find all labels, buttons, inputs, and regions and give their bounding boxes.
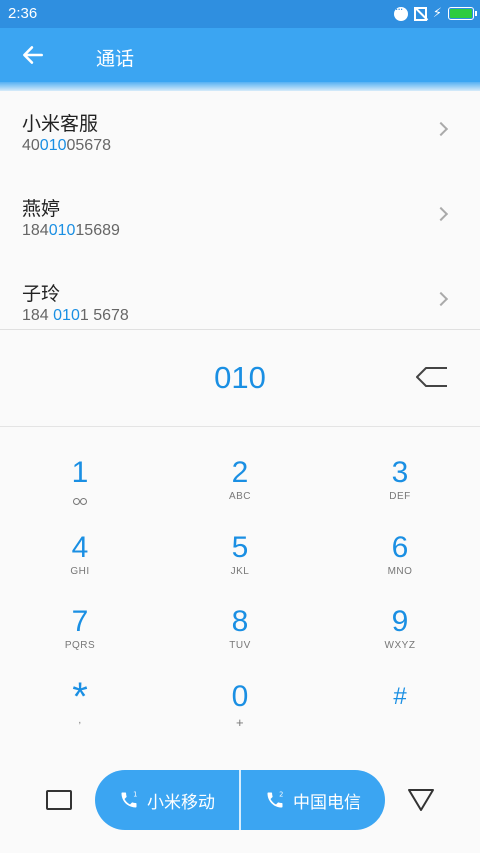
call-sim1-button[interactable]: 1 小米移动 [95, 770, 239, 830]
chevron-right-icon [433, 121, 449, 137]
key-4[interactable]: 4 GHI [0, 502, 160, 578]
no-sim-icon [413, 6, 427, 21]
contact-item[interactable]: 燕婷 18401015689 [0, 176, 480, 261]
dialed-number: 010 [214, 360, 266, 395]
key-6[interactable]: 6 MNO [320, 502, 480, 578]
menu-square-icon[interactable] [46, 790, 72, 810]
sim2-label: 中国电信 [293, 792, 361, 813]
phone-icon: 2 [267, 791, 283, 808]
key-9[interactable]: 9 WXYZ [320, 576, 480, 652]
key-7[interactable]: 7 PQRS [0, 576, 160, 652]
key-5[interactable]: 5 JKL [160, 502, 320, 578]
number-prefix: 184 [22, 307, 54, 324]
key-digit: 0 [231, 680, 249, 713]
key-1[interactable]: 1 [0, 427, 160, 505]
status-icons: ⚡ [393, 3, 477, 21]
number-match: 010 [53, 307, 80, 324]
call-button-group: 1 小米移动 2 中国电信 [95, 770, 385, 830]
page-title: 通话 [96, 48, 135, 70]
keypad: 1 2 ABC 3 DEF 4 GHI 5 JKL 6 MNO 7 PQRS 8… [0, 427, 480, 747]
number-prefix: 40 [22, 137, 40, 154]
key-letters: WXYZ [384, 640, 416, 651]
key-digit: 6 [391, 531, 409, 564]
key-digit: 2 [231, 456, 249, 489]
phone-icon: 1 [121, 791, 137, 808]
sim1-label: 小米移动 [147, 792, 215, 813]
sim-index: 1 [133, 791, 137, 799]
app-bar: 通话 [0, 28, 480, 82]
call-sim2-button[interactable]: 2 中国电信 [241, 770, 385, 830]
contact-number: 4001005678 [22, 137, 111, 155]
contact-number: 184 0101 5678 [22, 307, 129, 325]
key-letters: TUV [229, 640, 251, 651]
number-suffix: 05678 [66, 137, 112, 154]
key-star[interactable]: * , [0, 651, 160, 726]
contact-item[interactable]: 子玲 184 0101 5678 [0, 261, 480, 329]
status-bar: 2:36 ⚡ [0, 0, 480, 28]
arrow-left-icon[interactable] [20, 42, 46, 68]
chevron-right-icon [433, 206, 449, 222]
sim-index: 2 [279, 791, 283, 799]
key-digit: 4 [71, 531, 89, 564]
charging-bolt-icon: ⚡ [432, 6, 442, 21]
number-match: 010 [48, 222, 76, 239]
contact-name: 燕婷 [22, 198, 61, 220]
battery-icon [448, 7, 477, 20]
number-suffix: 15689 [75, 222, 120, 239]
key-digit: 9 [391, 605, 409, 638]
backspace-icon[interactable] [416, 366, 448, 388]
status-time: 2:36 [8, 5, 38, 22]
key-letters: DEF [389, 491, 411, 502]
key-0[interactable]: 0 + [160, 651, 320, 731]
app-bar-shadow [0, 82, 480, 91]
key-hash[interactable]: # [320, 651, 480, 726]
key-2[interactable]: 2 ABC [160, 427, 320, 503]
key-digit: 3 [391, 456, 409, 489]
number-suffix: 1 5678 [79, 307, 129, 324]
more-dots-icon [393, 3, 408, 21]
contact-list: 小米客服 4001005678 燕婷 18401015689 子玲 184 01… [0, 91, 480, 329]
number-match: 010 [39, 137, 67, 154]
contact-name: 小米客服 [22, 113, 99, 135]
key-letters: ABC [228, 491, 252, 502]
contact-number: 18401015689 [22, 222, 120, 240]
key-digit: 1 [71, 456, 89, 489]
number-prefix: 184 [22, 222, 49, 239]
collapse-triangle-icon[interactable] [407, 788, 435, 812]
key-digit: 5 [231, 531, 249, 564]
number-display: 010 [0, 330, 480, 426]
key-digit: * [72, 675, 88, 719]
contact-name: 子玲 [22, 283, 61, 305]
key-letters: + [235, 715, 245, 730]
chevron-right-icon [433, 291, 449, 307]
bottom-bar: 1 小米移动 2 中国电信 [0, 760, 480, 840]
call-separator [239, 770, 241, 830]
key-digit: 7 [71, 605, 89, 638]
key-digit: 8 [231, 605, 249, 638]
key-letters: PQRS [64, 640, 96, 651]
key-3[interactable]: 3 DEF [320, 427, 480, 503]
key-digit: # [393, 683, 407, 710]
key-8[interactable]: 8 TUV [160, 576, 320, 652]
contact-item[interactable]: 小米客服 4001005678 [0, 91, 480, 176]
key-letters: , [78, 715, 82, 726]
